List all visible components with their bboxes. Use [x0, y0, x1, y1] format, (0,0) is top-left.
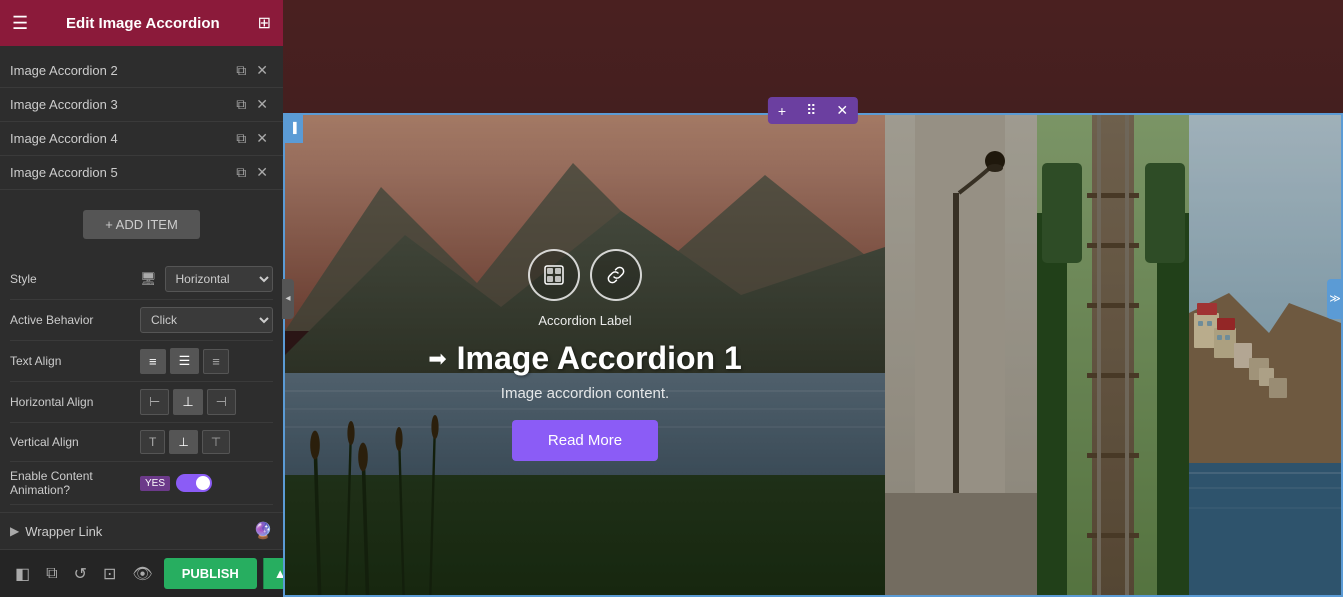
accordion-panel-4[interactable]	[1189, 115, 1341, 595]
accordion-title-row: ➡ Image Accordion 1	[428, 340, 742, 377]
animation-toggle-wrap: YES	[140, 474, 212, 492]
left-panel: ☰ Edit Image Accordion ⊞ Image Accordion…	[0, 0, 283, 597]
publish-button[interactable]: PUBLISH	[164, 558, 257, 589]
text-align-label: Text Align	[10, 354, 140, 368]
duplicate-button[interactable]: ⧉	[231, 94, 251, 115]
preview-icon-button[interactable]: 👁	[127, 561, 157, 587]
delete-button[interactable]: ✕	[251, 128, 273, 149]
collapse-handle[interactable]: ◂	[282, 279, 294, 319]
horizontal-align-label: Horizontal Align	[10, 395, 140, 409]
panel-title: Edit Image Accordion	[66, 15, 220, 32]
item-label: Image Accordion 2	[10, 63, 231, 78]
list-item: Image Accordion 2 ⧉ ✕	[0, 54, 283, 88]
animation-label: Enable Content Animation?	[10, 469, 140, 497]
active-behavior-control: Click Hover	[140, 307, 273, 333]
wrapper-link-row[interactable]: ▶ Wrapper Link 🔮	[0, 512, 283, 549]
list-item: Image Accordion 5 ⧉ ✕	[0, 156, 283, 190]
panel-4-bg	[1189, 115, 1341, 595]
vertical-align-row: Vertical Align T ⊥ ⊤	[10, 423, 273, 462]
panel-2-bg	[885, 115, 1037, 595]
item-label: Image Accordion 4	[10, 131, 231, 146]
settings-section: Style 🖥 Horizontal Vertical Active Behav…	[0, 253, 283, 512]
add-item-container: + ADD ITEM	[0, 194, 283, 253]
style-label: Style	[10, 272, 140, 286]
style-select[interactable]: Horizontal Vertical	[165, 266, 273, 292]
layers-icon-button[interactable]: ◧	[10, 561, 35, 587]
horizontal-align-control: ⊢ ⊥ ⊣	[140, 389, 273, 415]
v-align-middle-button[interactable]: ⊥	[169, 430, 197, 454]
canvas-right-handle[interactable]: ≫	[1327, 279, 1343, 319]
v-align-bottom-button[interactable]: ⊤	[202, 430, 230, 454]
delete-button[interactable]: ✕	[251, 162, 273, 183]
text-align-right-button[interactable]: ≡	[203, 349, 229, 374]
animation-setting-row: Enable Content Animation? YES	[10, 462, 273, 505]
panel-footer: ◧ ⧉ ↺ ⊡ 👁 PUBLISH ▲	[0, 549, 283, 597]
close-widget-button[interactable]: ✕	[826, 97, 858, 124]
chevron-right-icon: ▶	[10, 524, 19, 538]
panel-3-bg	[1037, 115, 1189, 595]
accordion-panel-3[interactable]	[1037, 115, 1189, 595]
duplicate-button[interactable]: ⧉	[231, 60, 251, 81]
add-item-button[interactable]: + ADD ITEM	[83, 210, 200, 239]
delete-button[interactable]: ✕	[251, 60, 273, 81]
accordion-items-list: Image Accordion 2 ⧉ ✕ Image Accordion 3 …	[0, 46, 283, 194]
active-behavior-row: Active Behavior Click Hover	[10, 300, 273, 341]
item-label: Image Accordion 3	[10, 97, 231, 112]
accordion-icon-label: Accordion Label	[538, 313, 631, 328]
list-item: Image Accordion 3 ⧉ ✕	[0, 88, 283, 122]
h-align-center-button[interactable]: ⊥	[173, 389, 202, 415]
vertical-align-label: Vertical Align	[10, 435, 140, 449]
wrapper-link-label: Wrapper Link	[25, 524, 253, 539]
style-setting-row: Style 🖥 Horizontal Vertical	[10, 259, 273, 300]
accordion-title: Image Accordion 1	[457, 340, 742, 377]
gallery-icon	[543, 264, 565, 286]
responsive-icon-button[interactable]: ⊡	[98, 561, 121, 587]
canvas-area: + ⠿ ✕ ▐ ≫	[283, 0, 1343, 597]
text-align-row: Text Align ≡ ☰ ≡	[10, 341, 273, 382]
duplicate-button[interactable]: ⧉	[231, 128, 251, 149]
item-label: Image Accordion 5	[10, 165, 231, 180]
move-widget-button[interactable]: ⠿	[796, 97, 826, 124]
monitor-icon: 🖥	[140, 271, 157, 287]
h-align-left-button[interactable]: ⊢	[140, 389, 169, 415]
vertical-align-control: T ⊥ ⊤	[140, 430, 273, 454]
text-align-center-button[interactable]: ☰	[170, 348, 200, 374]
arrow-right-icon: ➡	[428, 346, 446, 372]
link-icon-circle	[590, 249, 642, 301]
widget-handle[interactable]: ▐	[283, 113, 303, 143]
active-behavior-label: Active Behavior	[10, 313, 140, 327]
animation-control: YES	[140, 474, 273, 492]
accordion-widget: Accordion Label ➡ Image Accordion 1 Imag…	[283, 113, 1343, 597]
v-align-top-button[interactable]: T	[140, 430, 165, 454]
delete-button[interactable]: ✕	[251, 94, 273, 115]
toggle-yes-label: YES	[140, 476, 170, 491]
grid-icon[interactable]: ⊞	[258, 13, 271, 33]
add-widget-button[interactable]: +	[768, 98, 796, 124]
accordion-panel-1[interactable]: Accordion Label ➡ Image Accordion 1 Imag…	[285, 115, 885, 595]
horizontal-align-row: Horizontal Align ⊢ ⊥ ⊣	[10, 382, 273, 423]
panel-1-content: Accordion Label ➡ Image Accordion 1 Imag…	[285, 115, 885, 595]
history-icon-button[interactable]: ↺	[69, 561, 92, 587]
read-more-button[interactable]: Read More	[512, 420, 658, 461]
accordion-panel-2[interactable]	[885, 115, 1037, 595]
gallery-icon-circle	[528, 249, 580, 301]
animation-toggle[interactable]	[176, 474, 212, 492]
panel-header: ☰ Edit Image Accordion ⊞	[0, 0, 283, 46]
panel-header-icons: ⊞	[258, 13, 271, 33]
accordion-subtitle: Image accordion content.	[501, 385, 669, 402]
list-item: Image Accordion 4 ⧉ ✕	[0, 122, 283, 156]
duplicate-button[interactable]: ⧉	[231, 162, 251, 183]
wrapper-link-icon: 🔮	[253, 521, 273, 541]
link-icon	[605, 264, 627, 286]
canvas-widget-toolbar: + ⠿ ✕	[768, 97, 858, 124]
pages-icon-button[interactable]: ⧉	[41, 562, 62, 586]
active-behavior-select[interactable]: Click Hover	[140, 307, 273, 333]
h-align-right-button[interactable]: ⊣	[207, 389, 236, 415]
style-control: 🖥 Horizontal Vertical	[140, 266, 273, 292]
accordion-icons-row	[528, 249, 642, 301]
text-align-control: ≡ ☰ ≡	[140, 348, 273, 374]
hamburger-icon[interactable]: ☰	[12, 13, 28, 34]
text-align-left-button[interactable]: ≡	[140, 349, 166, 374]
